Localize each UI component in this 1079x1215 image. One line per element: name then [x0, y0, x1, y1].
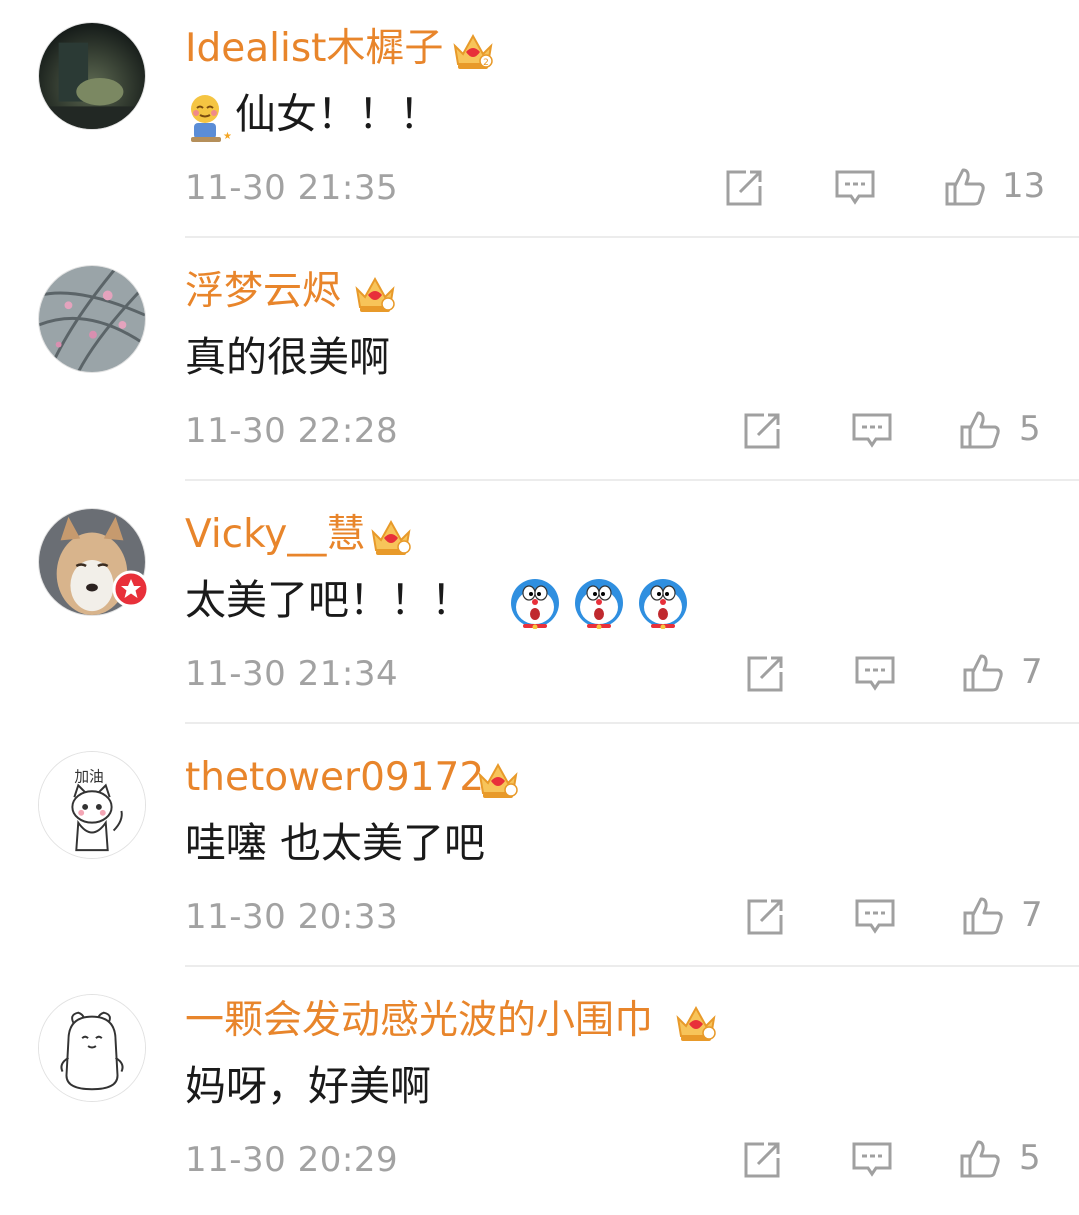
comment-item: 加油 thetower09172 哇噻 也太美了吧 11-30 20:33 7 [0, 729, 1079, 972]
comment-text: 妈呀，好美啊 [185, 1062, 431, 1110]
verified-badge-icon [112, 570, 150, 608]
avatar-photo-night [39, 23, 145, 129]
like-thumb-icon[interactable] [962, 895, 1004, 937]
avatar-drawing-bear [39, 995, 145, 1101]
reply-comment-icon[interactable] [851, 409, 893, 451]
vip-crown-icon [369, 514, 413, 558]
vip-crown-icon: 2 [451, 28, 495, 72]
like-count: 5 [1019, 409, 1041, 449]
svg-text:2: 2 [483, 58, 489, 68]
username[interactable]: Vicky__慧 [185, 512, 365, 558]
share-icon[interactable] [745, 895, 787, 937]
avatar-text: 加油 [74, 768, 103, 785]
like-count: 7 [1021, 652, 1043, 692]
username[interactable]: Idealist木樨子 [185, 26, 443, 72]
comment-item: 浮梦云烬 真的很美啊 11-30 22:28 5 [0, 243, 1079, 486]
like-thumb-icon[interactable] [959, 1138, 1001, 1180]
comment-text-body: 仙女！！！ [235, 90, 440, 138]
like-count: 13 [1002, 166, 1046, 206]
share-icon[interactable] [745, 652, 787, 694]
username[interactable]: thetower09172 [185, 755, 484, 801]
svg-text:★: ★ [223, 131, 231, 142]
divider [185, 965, 1079, 967]
like-thumb-icon[interactable] [962, 652, 1004, 694]
comment-list: Idealist木樨子 2 ★ 仙女！！！ 11-30 21:35 13 浮梦云… [0, 0, 1079, 1197]
divider [185, 236, 1079, 238]
doraemon-emoji [509, 577, 561, 630]
username[interactable]: 一颗会发动感光波的小围巾 [185, 998, 653, 1044]
comment-text: 真的很美啊 [185, 333, 390, 381]
share-icon[interactable] [742, 1138, 784, 1180]
vip-crown-icon [674, 1000, 718, 1044]
reply-comment-icon[interactable] [854, 652, 896, 694]
user-avatar[interactable] [38, 22, 146, 130]
doraemon-emoji [573, 577, 625, 630]
share-icon[interactable] [724, 166, 766, 208]
like-count: 7 [1021, 895, 1043, 935]
comment-text: ★ 仙女！！！ [185, 86, 440, 143]
reply-comment-icon[interactable] [854, 895, 896, 937]
reply-comment-icon[interactable] [851, 1138, 893, 1180]
user-avatar[interactable] [38, 265, 146, 373]
doraemon-emoji [637, 577, 689, 630]
comment-text-body: 太美了吧！！！ [185, 576, 472, 624]
vip-crown-icon [476, 757, 520, 801]
timestamp: 11-30 21:34 [185, 654, 399, 694]
comment-item: Idealist木樨子 2 ★ 仙女！！！ 11-30 21:35 13 [0, 0, 1079, 243]
timestamp: 11-30 20:33 [185, 897, 399, 937]
divider [185, 722, 1079, 724]
blush-emoji: ★ [185, 91, 232, 143]
avatar-drawing-cat: 加油 [39, 752, 145, 858]
like-thumb-icon[interactable] [944, 166, 986, 208]
comment-text: 太美了吧！！！ [185, 572, 689, 630]
timestamp: 11-30 20:29 [185, 1140, 399, 1180]
vip-crown-icon [353, 271, 397, 315]
like-count: 5 [1019, 1138, 1041, 1178]
avatar-photo-flowers [39, 266, 145, 372]
comment-item: 一颗会发动感光波的小围巾 妈呀，好美啊 11-30 20:29 5 [0, 972, 1079, 1215]
user-avatar[interactable] [38, 994, 146, 1102]
username[interactable]: 浮梦云烬 [185, 269, 341, 315]
like-thumb-icon[interactable] [959, 409, 1001, 451]
timestamp: 11-30 22:28 [185, 411, 399, 451]
reply-comment-icon[interactable] [834, 166, 876, 208]
timestamp: 11-30 21:35 [185, 168, 399, 208]
comment-item: Vicky__慧 太美了吧！！！ 11-30 21:34 7 [0, 486, 1079, 729]
user-avatar[interactable]: 加油 [38, 751, 146, 859]
divider [185, 479, 1079, 481]
comment-text: 哇噻 也太美了吧 [185, 819, 486, 867]
share-icon[interactable] [742, 409, 784, 451]
